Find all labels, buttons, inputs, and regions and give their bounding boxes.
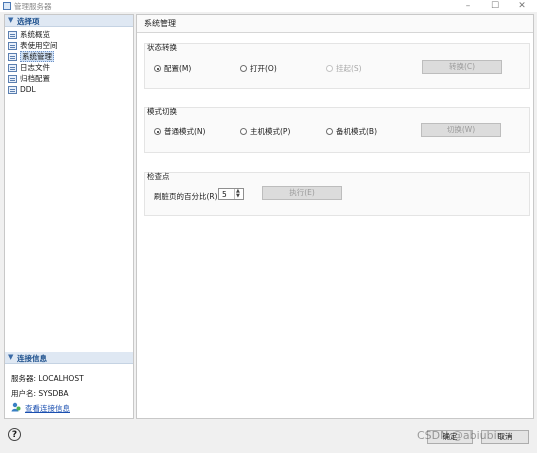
nav-item-log-files[interactable]: 日志文件: [5, 62, 133, 73]
title-bar: 管理服务器 – ☐ ✕: [0, 0, 537, 12]
footer-bar: ? 确定 取消 CSDN @abiubiu~: [0, 421, 537, 453]
checkpoint-group-label: 检查点: [147, 172, 170, 181]
convert-button[interactable]: 转换(C): [422, 60, 502, 74]
maximize-button[interactable]: ☐: [485, 0, 505, 12]
window-title: 管理服务器: [14, 2, 52, 11]
watermark: CSDN @abiubiu~: [417, 429, 513, 442]
page-icon: [8, 75, 17, 83]
radio-standby-mode[interactable]: 备机模式(B): [326, 126, 377, 137]
switch-button[interactable]: 切换(W): [421, 123, 501, 137]
main-header: 系统管理: [137, 15, 533, 33]
radio-configure[interactable]: 配置(M): [154, 63, 191, 74]
radio-dot: [326, 65, 333, 72]
collapse-icon[interactable]: ▼: [8, 16, 13, 24]
radio-open[interactable]: 打开(O): [240, 63, 277, 74]
nav-section-title: 选择项: [17, 17, 40, 26]
page-icon: [8, 64, 17, 72]
help-icon[interactable]: ?: [8, 428, 21, 441]
radio-dot: [240, 128, 247, 135]
nav-item-overview[interactable]: 系统概览: [5, 29, 133, 40]
radio-dot: [326, 128, 333, 135]
page-icon: [8, 53, 17, 61]
nav-item-table-space[interactable]: 表使用空间: [5, 40, 133, 51]
state-group-label: 状态转换: [147, 43, 177, 52]
radio-dot: [154, 65, 161, 72]
checkpoint-group: 检查点 刷脏页的百分比(R): 5 ▲ ▼ 执行(E): [144, 172, 530, 216]
server-info: 服务器: LOCALHOST: [11, 374, 84, 383]
radio-normal-mode[interactable]: 普通模式(N): [154, 126, 205, 137]
radio-dot: [154, 128, 161, 135]
app-icon: [3, 2, 11, 10]
nav-tree: 系统概览 表使用空间 系统管理 日志文件 归档配置 DDL: [5, 27, 133, 95]
connection-section-header[interactable]: ▼ 连接信息: [5, 352, 133, 364]
page-title: 系统管理: [144, 19, 176, 28]
nav-item-ddl[interactable]: DDL: [5, 84, 133, 95]
radio-dot: [240, 65, 247, 72]
radio-primary-mode[interactable]: 主机模式(P): [240, 126, 290, 137]
percent-value[interactable]: 5: [222, 190, 227, 199]
radio-suspend[interactable]: 挂起(S): [326, 63, 362, 74]
minimize-button[interactable]: –: [458, 0, 478, 12]
state-group: 状态转换 配置(M) 打开(O) 挂起(S) 转换(C): [144, 43, 530, 89]
user-icon: [11, 402, 21, 412]
page-icon: [8, 42, 17, 50]
mode-group: 模式切换 普通模式(N) 主机模式(P) 备机模式(B) 切换(W): [144, 107, 530, 153]
close-button[interactable]: ✕: [512, 0, 532, 12]
spinner-down-icon[interactable]: ▼: [236, 194, 240, 199]
page-icon: [8, 31, 17, 39]
percent-spinner[interactable]: 5 ▲ ▼: [218, 188, 244, 200]
connection-section-title: 连接信息: [17, 354, 47, 363]
mode-group-label: 模式切换: [147, 107, 177, 116]
nav-item-system-admin[interactable]: 系统管理: [5, 51, 133, 62]
left-panel: ▼ 选择项 系统概览 表使用空间 系统管理 日志文件 归档配置 DDL ▼ 连接…: [4, 14, 134, 419]
spinner-arrows[interactable]: ▲ ▼: [234, 189, 243, 199]
page-icon: [8, 86, 17, 94]
user-info: 用户名: SYSDBA: [11, 389, 69, 398]
collapse-icon[interactable]: ▼: [8, 353, 13, 361]
main-panel: 系统管理 状态转换 配置(M) 打开(O) 挂起(S) 转换(C) 模式切换 普…: [136, 14, 534, 419]
percent-label: 刷脏页的百分比(R):: [154, 192, 221, 201]
nav-section-header[interactable]: ▼ 选择项: [5, 15, 133, 27]
view-connection-link[interactable]: 查看连接信息: [25, 403, 70, 414]
connection-info-panel: ▼ 连接信息 服务器: LOCALHOST 用户名: SYSDBA 查看连接信息: [5, 352, 133, 418]
nav-item-archive-config[interactable]: 归档配置: [5, 73, 133, 84]
execute-button[interactable]: 执行(E): [262, 186, 342, 200]
